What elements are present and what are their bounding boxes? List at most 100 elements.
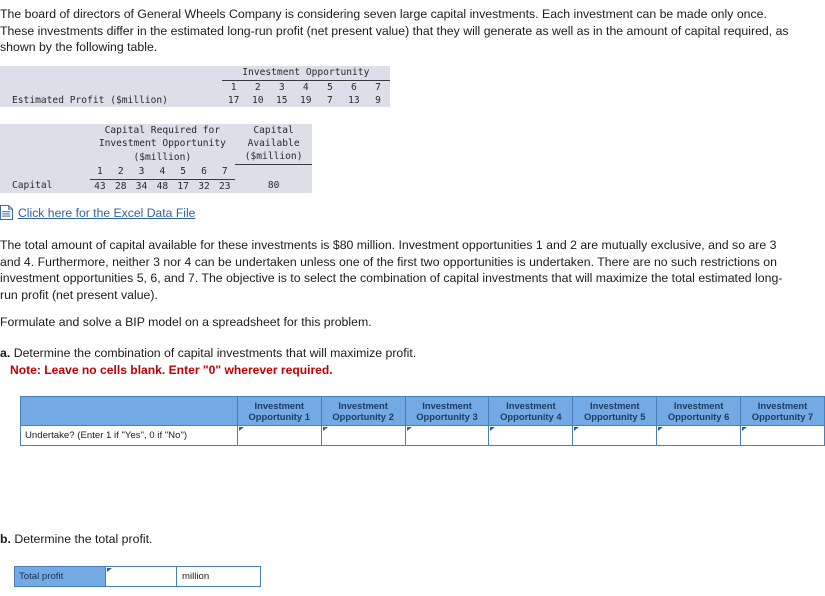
capital-group-header-line2: Investment Opportunity bbox=[98, 138, 226, 149]
undertake-input-3[interactable] bbox=[404, 425, 490, 446]
cell-corner-flag-icon bbox=[658, 427, 664, 431]
undertake-input-6[interactable] bbox=[656, 425, 742, 446]
capital-col-5: 5 bbox=[172, 164, 194, 180]
capital-value-3: 34 bbox=[135, 180, 148, 192]
capital-column-header-row: 1 2 3 4 5 6 7 bbox=[0, 164, 312, 180]
profit-group-header-row: Investment Opportunity bbox=[0, 66, 390, 81]
capital-value-row: Capital 43 28 34 48 17 32 23 80 bbox=[0, 179, 312, 193]
capital-available-blank bbox=[235, 165, 312, 180]
answer-col-head-1: Investment Opportunity 1 bbox=[236, 396, 322, 426]
answer-col-head-3: Investment Opportunity 3 bbox=[404, 396, 490, 426]
capital-corner-blank-2 bbox=[0, 137, 90, 150]
capital-group-header-line3: ($million) bbox=[133, 151, 192, 163]
excel-data-file-link[interactable]: Click here for the Excel Data File bbox=[18, 206, 195, 220]
profit-col-6: 6 bbox=[351, 82, 357, 93]
capital-value-7: 23 bbox=[219, 180, 231, 192]
capital-header-row-2: Investment Opportunity Available bbox=[0, 137, 312, 150]
excel-file-icon bbox=[0, 204, 14, 220]
undertake-input-2[interactable] bbox=[320, 425, 406, 446]
capital-colhead-blank bbox=[0, 165, 90, 180]
answer-grid-corner bbox=[20, 396, 238, 426]
capital-available-header-line2: Available bbox=[247, 138, 300, 149]
answer-col-head-7: Investment Opportunity 7 bbox=[740, 396, 825, 426]
excel-data-file-row[interactable]: Click here for the Excel Data File bbox=[0, 204, 195, 220]
profit-col-2: 2 bbox=[254, 82, 261, 93]
profit-col-1: 1 bbox=[230, 82, 237, 93]
cell-corner-flag-icon bbox=[406, 427, 412, 431]
profit-col-3: 3 bbox=[278, 82, 285, 93]
profit-value-2: 10 bbox=[251, 95, 264, 106]
profit-value-3: 15 bbox=[275, 95, 288, 106]
capital-col-6: 6 bbox=[193, 164, 215, 180]
total-profit-label: Total profit bbox=[14, 566, 106, 587]
question-a-text: Determine the combination of capital inv… bbox=[13, 346, 417, 360]
total-profit-row: Total profit million bbox=[14, 566, 261, 587]
question-b-label: b. bbox=[0, 532, 11, 546]
profit-value-row: Estimated Profit ($million) 17 10 15 19 … bbox=[0, 94, 390, 107]
capital-row-label: Capital bbox=[12, 180, 53, 192]
profit-col-7: 7 bbox=[375, 82, 381, 93]
capital-col-2: 2 bbox=[110, 164, 132, 180]
capital-value-4: 48 bbox=[156, 180, 169, 192]
undertake-answer-table: Investment Opportunity 1 Investment Oppo… bbox=[20, 396, 825, 446]
cell-corner-flag-icon bbox=[574, 427, 580, 431]
capital-group-header-line1: Capital Required for bbox=[104, 125, 221, 136]
profit-value-6: 13 bbox=[348, 95, 360, 106]
total-profit-table: Total profit million bbox=[14, 566, 261, 587]
answer-col-head-6: Investment Opportunity 6 bbox=[656, 396, 742, 426]
answer-grid-input-row: Undertake? (Enter 1 if "Yes", 0 if "No") bbox=[20, 425, 825, 446]
question-b: b. Determine the total profit. bbox=[0, 531, 152, 548]
profit-value-1: 17 bbox=[227, 95, 240, 106]
capital-col-4: 4 bbox=[151, 164, 173, 180]
undertake-input-5[interactable] bbox=[572, 425, 658, 446]
cell-corner-flag-icon bbox=[238, 427, 244, 431]
profit-value-5: 7 bbox=[326, 95, 333, 106]
question-a-label: a. bbox=[0, 346, 11, 360]
capital-available-header-line1: Capital bbox=[253, 125, 294, 136]
capital-header-row-3: ($million) ($million) bbox=[0, 150, 312, 165]
estimated-profit-table: Investment Opportunity 1 2 3 4 5 6 7 Est… bbox=[0, 66, 390, 107]
answer-col-head-4: Investment Opportunity 4 bbox=[488, 396, 574, 426]
cell-corner-flag-icon bbox=[490, 427, 496, 431]
profit-table-blank-corner bbox=[0, 66, 222, 81]
capital-value-1: 43 bbox=[94, 180, 106, 192]
profit-col-4: 4 bbox=[302, 82, 309, 93]
profit-col-5: 5 bbox=[326, 82, 333, 93]
total-profit-unit: million bbox=[176, 566, 261, 587]
problem-page: The board of directors of General Wheels… bbox=[0, 0, 825, 596]
capital-corner-blank-1 bbox=[0, 124, 90, 137]
profit-colhead-blank bbox=[0, 81, 222, 95]
undertake-input-1[interactable] bbox=[236, 425, 322, 446]
formulate-paragraph: Formulate and solve a BIP model on a spr… bbox=[0, 315, 372, 329]
answer-col-head-2: Investment Opportunity 2 bbox=[320, 396, 406, 426]
profit-value-7: 9 bbox=[375, 95, 381, 106]
undertake-row-label: Undertake? (Enter 1 if "Yes", 0 if "No") bbox=[20, 425, 238, 446]
profit-value-4: 19 bbox=[300, 95, 312, 106]
capital-required-table: Capital Required for Capital Investment … bbox=[0, 124, 312, 193]
cell-corner-flag-icon bbox=[107, 568, 112, 572]
capital-value-6: 32 bbox=[198, 180, 210, 192]
capital-value-2: 28 bbox=[114, 180, 127, 192]
intro-paragraph: The board of directors of General Wheels… bbox=[0, 7, 789, 55]
profit-group-header: Investment Opportunity bbox=[221, 66, 390, 81]
capital-col-1: 1 bbox=[89, 164, 111, 180]
profit-row-label: Estimated Profit ($million) bbox=[12, 95, 168, 106]
undertake-input-4[interactable] bbox=[488, 425, 574, 446]
undertake-input-7[interactable] bbox=[740, 425, 825, 446]
capital-corner-blank-3 bbox=[0, 150, 90, 165]
cell-corner-flag-icon bbox=[742, 427, 748, 431]
answer-col-head-5: Investment Opportunity 5 bbox=[572, 396, 658, 426]
capital-col-7: 7 bbox=[214, 164, 236, 180]
capital-value-5: 17 bbox=[177, 180, 189, 192]
answer-grid-header-row: Investment Opportunity 1 Investment Oppo… bbox=[20, 396, 825, 426]
capital-col-3: 3 bbox=[131, 164, 152, 180]
question-a: a. Determine the combination of capital … bbox=[0, 345, 620, 379]
question-a-note: Note: Leave no cells blank. Enter "0" wh… bbox=[10, 363, 333, 377]
cell-corner-flag-icon bbox=[322, 427, 328, 431]
profit-column-header-row: 1 2 3 4 5 6 7 bbox=[0, 81, 390, 95]
question-b-text: Determine the total profit. bbox=[14, 532, 153, 546]
capital-header-row-1: Capital Required for Capital bbox=[0, 124, 312, 137]
capital-available-value: 80 bbox=[267, 180, 280, 192]
restrictions-paragraph: The total amount of capital available fo… bbox=[0, 238, 783, 302]
total-profit-input[interactable] bbox=[105, 566, 177, 587]
